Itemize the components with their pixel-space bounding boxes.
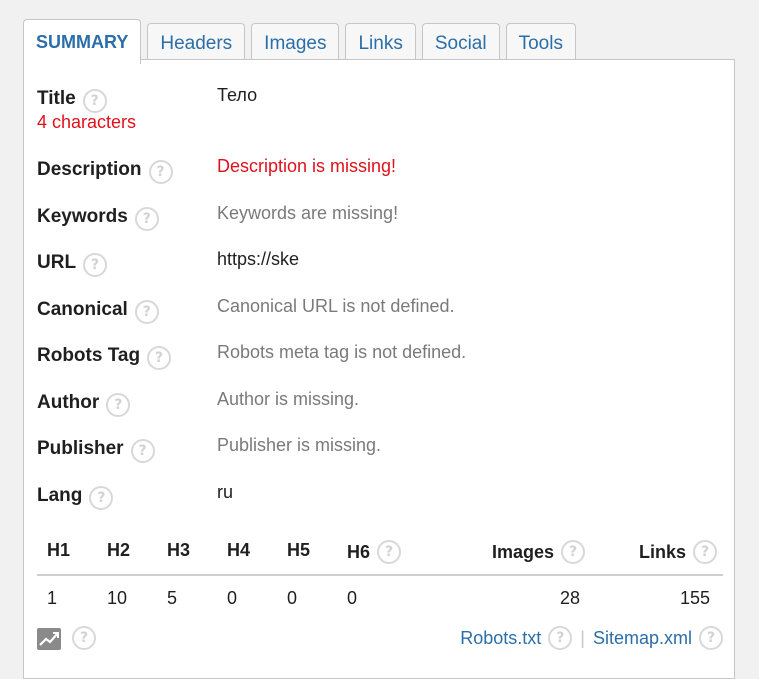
stats-divider bbox=[37, 574, 723, 576]
url-label: URL bbox=[37, 252, 77, 273]
h6-header-cell: H6? bbox=[347, 540, 402, 564]
title-value: Тело bbox=[217, 85, 258, 105]
tab-images[interactable]: Images bbox=[251, 23, 340, 64]
author-value: Author is missing. bbox=[217, 389, 360, 409]
help-icon[interactable]: ? bbox=[72, 626, 96, 650]
help-icon[interactable]: ? bbox=[83, 253, 108, 277]
chart-icon[interactable] bbox=[37, 628, 61, 650]
tab-bar: SUMMARY Headers Images Links Social Tool… bbox=[23, 15, 582, 64]
tab-summary[interactable]: SUMMARY bbox=[23, 19, 142, 64]
author-label: Author bbox=[37, 392, 100, 413]
canonical-label: Canonical bbox=[37, 299, 128, 320]
footer-links: Robots.txt ? | Sitemap.xml ? bbox=[460, 626, 723, 650]
h6-count: 0 bbox=[347, 588, 358, 608]
robots-value: Robots meta tag is not defined. bbox=[217, 342, 467, 362]
links-header: Links bbox=[639, 541, 687, 562]
h2-count: 10 bbox=[107, 588, 128, 608]
title-label: Title bbox=[37, 88, 76, 109]
help-icon[interactable]: ? bbox=[134, 207, 159, 231]
help-icon[interactable]: ? bbox=[89, 486, 114, 510]
url-redaction bbox=[299, 250, 600, 271]
h4-count: 0 bbox=[227, 588, 238, 608]
h3-count: 5 bbox=[167, 588, 178, 608]
lang-label: Lang bbox=[37, 485, 83, 506]
links-count: 155 bbox=[680, 588, 711, 608]
url-text: https://ske bbox=[217, 249, 300, 269]
publisher-value: Publisher is missing. bbox=[217, 435, 382, 455]
h4-header: H4 bbox=[227, 540, 251, 560]
title-length: 4 characters bbox=[37, 112, 137, 132]
tab-headers[interactable]: Headers bbox=[147, 23, 246, 64]
h1-header: H1 bbox=[47, 540, 71, 560]
robots-label: Robots Tag bbox=[37, 345, 141, 366]
h5-count: 0 bbox=[287, 588, 298, 608]
images-header: Images bbox=[492, 541, 555, 562]
url-value: https://ske bbox=[217, 249, 600, 271]
help-icon[interactable]: ? bbox=[106, 393, 131, 417]
h6-header: H6 bbox=[347, 541, 371, 562]
tab-social[interactable]: Social bbox=[421, 23, 500, 64]
h1-count: 1 bbox=[47, 588, 58, 608]
tab-tools[interactable]: Tools bbox=[505, 23, 576, 64]
images-count: 28 bbox=[560, 588, 581, 608]
robots-txt-link[interactable]: Robots.txt bbox=[460, 628, 541, 649]
keywords-label: Keywords bbox=[37, 206, 128, 227]
canonical-value: Canonical URL is not defined. bbox=[217, 296, 455, 316]
help-icon[interactable]: ? bbox=[82, 89, 107, 113]
help-icon[interactable]: ? bbox=[134, 300, 159, 324]
links-header-cell: Links? bbox=[639, 540, 718, 564]
stats-header-row: H1 H2 H3 H4 H5 H6? Images? Links? bbox=[37, 540, 723, 564]
help-icon[interactable]: ? bbox=[147, 346, 172, 370]
help-icon[interactable]: ? bbox=[561, 540, 586, 564]
description-value: Description is missing! bbox=[217, 156, 397, 176]
publisher-label: Publisher bbox=[37, 438, 124, 459]
help-icon[interactable]: ? bbox=[548, 626, 573, 650]
help-icon[interactable]: ? bbox=[130, 439, 155, 463]
description-label: Description bbox=[37, 159, 142, 180]
help-icon[interactable]: ? bbox=[699, 626, 723, 650]
help-icon[interactable]: ? bbox=[148, 160, 173, 184]
h5-header: H5 bbox=[287, 540, 311, 560]
h2-header: H2 bbox=[107, 540, 131, 560]
help-icon[interactable]: ? bbox=[377, 540, 402, 564]
separator: | bbox=[580, 627, 585, 648]
tab-links[interactable]: Links bbox=[345, 23, 416, 64]
footer: ? Robots.txt ? | Sitemap.xml ? bbox=[37, 626, 723, 652]
stats-values-row: 1 10 5 0 0 0 28 155 bbox=[37, 588, 723, 612]
h3-header: H3 bbox=[167, 540, 191, 560]
sitemap-xml-link[interactable]: Sitemap.xml bbox=[593, 628, 692, 649]
lang-value: ru bbox=[217, 482, 234, 502]
images-header-cell: Images? bbox=[492, 540, 586, 564]
summary-panel: Title? 4 characters Тело Description? De… bbox=[23, 59, 735, 679]
help-icon[interactable]: ? bbox=[693, 540, 718, 564]
keywords-value: Keywords are missing! bbox=[217, 203, 399, 223]
